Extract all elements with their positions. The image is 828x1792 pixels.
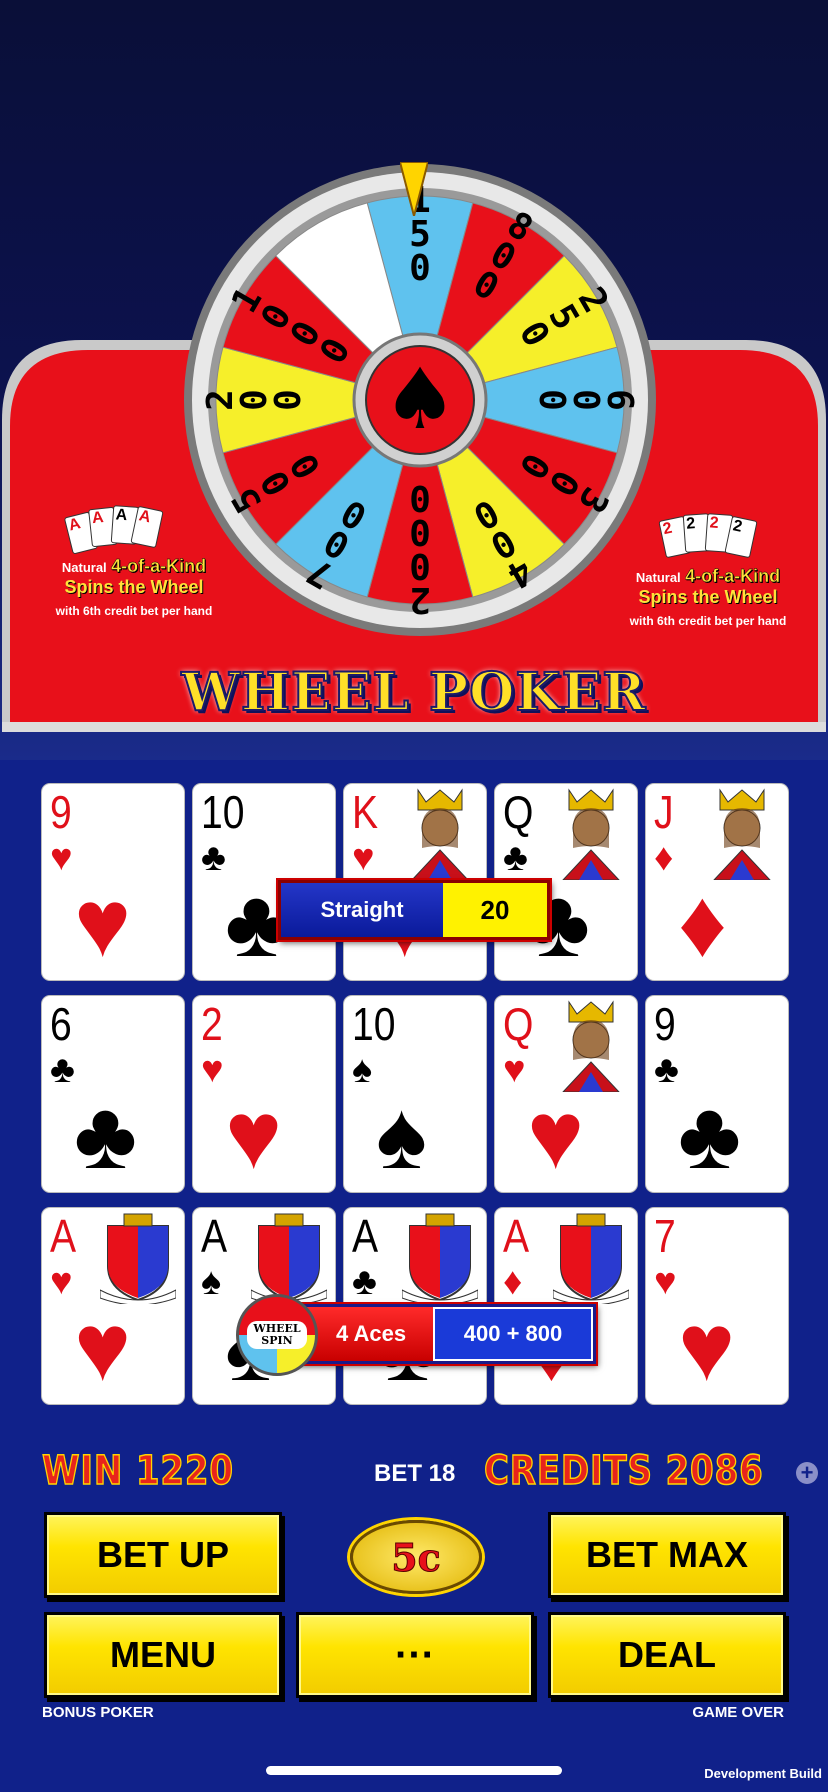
card-suit-icon: ♣ — [352, 1261, 377, 1303]
card-rank: Q — [503, 786, 534, 838]
game-title: WHEEL POKER — [181, 661, 647, 724]
playing-card[interactable]: Q ♥ ♥ — [495, 996, 637, 1192]
wheel-spin-badge: WHEEL SPIN — [236, 1294, 318, 1376]
bet-display: BET 18 — [374, 1460, 456, 1487]
wheel-area: 1 5 0 800 250 600 300 400 2000 700 500 200 1000 ♠ A … — [0, 0, 828, 760]
card-rank: A — [50, 1210, 77, 1262]
win-display: WIN 1220 — [41, 1447, 234, 1495]
card-rank: 10 — [352, 998, 396, 1050]
hand-result-amount: 400 + 800 — [433, 1307, 593, 1361]
playing-card[interactable]: 9 ♥ ♥ — [42, 784, 184, 980]
home-indicator — [266, 1766, 562, 1775]
card-suit-large-icon: ♣ — [678, 1082, 741, 1189]
card-rank: Q — [503, 998, 534, 1050]
card-suit-large-icon: ♠ — [376, 1082, 427, 1189]
wheel-segment-label: 200 — [200, 389, 309, 411]
card-rank: 6 — [50, 998, 72, 1050]
hand-result-banner-1: Straight 20 — [278, 880, 550, 940]
playing-card[interactable]: J ♦ ♦ — [646, 784, 788, 980]
promo-spins: Spins the Wheel — [64, 577, 204, 597]
card-suit-large-icon: ♥ — [678, 1294, 735, 1401]
card-suit-large-icon: ♥ — [74, 1294, 131, 1401]
playing-card[interactable]: 10 ♠ ♠ — [344, 996, 486, 1192]
hand-result-name: Straight — [281, 883, 443, 937]
card-suit-icon: ♦ — [503, 1261, 523, 1303]
hand-result-banner-3: 4 Aces 400 + 800 — [288, 1304, 596, 1364]
wheel-pointer-icon — [400, 162, 428, 216]
left-promo: A A A A Natural 4-of-a-Kind Spins the Wh… — [34, 500, 234, 618]
hand-2: 6 ♣ ♣ 2 ♥ ♥ 10 ♠ ♠ Q ♥ ♥ 9 ♣ ♣ — [42, 996, 788, 1192]
card-rank: 9 — [654, 998, 676, 1050]
denomination-button[interactable]: 5c — [350, 1520, 482, 1594]
card-suit-icon: ♦ — [654, 837, 674, 879]
card-rank: A — [201, 1210, 228, 1262]
card-suit-icon: ♥ — [654, 1261, 677, 1303]
playing-card[interactable]: 2 ♥ ♥ — [193, 996, 335, 1192]
wheel-spin-label: WHEEL SPIN — [247, 1321, 307, 1349]
court-figure-icon — [553, 788, 629, 881]
card-suit-icon: ♣ — [201, 837, 226, 879]
wheel-segment-label: 2000 — [409, 477, 431, 620]
bet-max-button[interactable]: BET MAX — [548, 1512, 786, 1598]
card-suit-icon: ♥ — [50, 1261, 73, 1303]
game-state-label: GAME OVER — [692, 1704, 784, 1721]
promo-note: with 6th credit bet per hand — [55, 604, 213, 618]
promo-kind: 4-of-a-Kind — [685, 566, 781, 586]
crest-icon — [552, 1212, 630, 1306]
crest-icon — [250, 1212, 328, 1306]
card-suit-large-icon: ♥ — [74, 870, 131, 977]
more-options-button[interactable]: ··· — [296, 1612, 534, 1698]
bet-up-button[interactable]: BET UP — [44, 1512, 282, 1598]
promo-kind: 4-of-a-Kind — [111, 556, 207, 576]
card-suit-large-icon: ♥ — [225, 1082, 282, 1189]
playing-card[interactable]: 7 ♥ ♥ — [646, 1208, 788, 1404]
deal-button[interactable]: DEAL — [548, 1612, 786, 1698]
card-suit-icon: ♣ — [50, 1049, 75, 1091]
promo-note: with 6th credit bet per hand — [629, 614, 787, 628]
card-suit-icon: ♥ — [503, 1049, 526, 1091]
crest-icon — [401, 1212, 479, 1306]
card-rank: A — [352, 1210, 379, 1262]
card-suit-large-icon: ♥ — [527, 1082, 584, 1189]
right-promo: 2 2 2 2 Natural 4-of-a-Kind Spins the Wh… — [608, 510, 808, 628]
card-suit-large-icon: ♦ — [678, 870, 727, 977]
card-suit-icon: ♣ — [503, 837, 528, 879]
credits-display: CREDITS 2086 — [483, 1447, 764, 1495]
spade-icon: ♠ — [382, 350, 457, 448]
card-suit-icon: ♠ — [201, 1261, 222, 1303]
court-figure-icon — [704, 788, 780, 881]
card-suit-icon: ♠ — [352, 1049, 373, 1091]
playing-card[interactable]: 9 ♣ ♣ — [646, 996, 788, 1192]
card-rank: A — [503, 1210, 530, 1262]
playing-card[interactable]: A ♥ ♥ — [42, 1208, 184, 1404]
playing-card[interactable]: 6 ♣ ♣ — [42, 996, 184, 1192]
card-rank: 10 — [201, 786, 245, 838]
card-rank: K — [352, 786, 379, 838]
card-suit-icon: ♥ — [50, 837, 73, 879]
denomination-label: 5c — [391, 1534, 442, 1580]
card-suit-icon: ♥ — [201, 1049, 224, 1091]
hand-result-amount: 20 — [443, 883, 547, 937]
game-name-label: BONUS POKER — [42, 1704, 154, 1721]
card-rank: 2 — [201, 998, 223, 1050]
card-suit-icon: ♥ — [352, 837, 375, 879]
prize-wheel: 1 5 0800 25060030040020007005002001000 ♠ — [184, 164, 656, 636]
card-suit-icon: ♣ — [654, 1049, 679, 1091]
crest-icon — [99, 1212, 177, 1306]
card-suit-large-icon: ♣ — [74, 1082, 137, 1189]
promo-cards-aces: A A A A — [34, 500, 234, 555]
card-rank: 7 — [654, 1210, 676, 1262]
promo-natural: Natural — [61, 560, 107, 575]
build-label: Development Build — [704, 1766, 822, 1781]
add-credits-icon[interactable]: + — [796, 1462, 818, 1484]
card-rank: J — [654, 786, 674, 838]
card-rank: 9 — [50, 786, 72, 838]
court-figure-icon — [402, 788, 478, 881]
court-figure-icon — [553, 1000, 629, 1093]
promo-spins: Spins the Wheel — [638, 587, 778, 607]
menu-button[interactable]: MENU — [44, 1612, 282, 1698]
wheel-segment-label: 600 — [531, 389, 640, 411]
promo-natural: Natural — [635, 570, 681, 585]
promo-cards-twos: 2 2 2 2 — [608, 510, 808, 564]
